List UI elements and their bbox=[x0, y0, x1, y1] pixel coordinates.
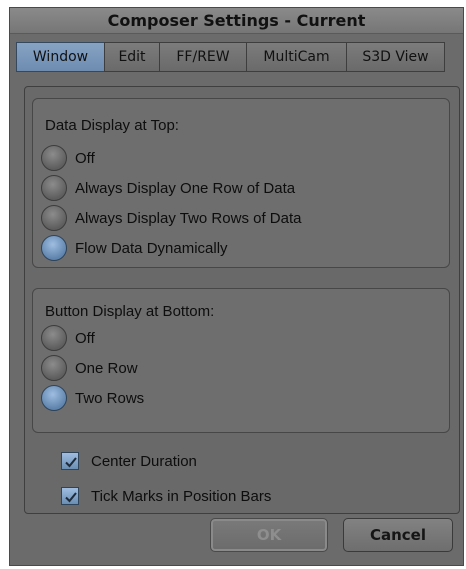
data-display-off-option[interactable]: Off bbox=[41, 144, 95, 172]
tab-s3d-view[interactable]: S3D View bbox=[346, 42, 445, 72]
cancel-button[interactable]: Cancel bbox=[343, 518, 453, 552]
tab-ff-rew[interactable]: FF/REW bbox=[159, 42, 247, 72]
data-display-flow-option[interactable]: Flow Data Dynamically bbox=[41, 234, 228, 262]
settings-panel: Data Display at Top: Off Always Display … bbox=[24, 86, 460, 514]
data-display-off-label: Off bbox=[75, 149, 95, 167]
data-display-group: Data Display at Top: Off Always Display … bbox=[32, 98, 450, 268]
button-display-two-rows-label: Two Rows bbox=[75, 389, 145, 407]
ok-button[interactable]: OK bbox=[210, 518, 328, 552]
data-display-two-rows-option[interactable]: Always Display Two Rows of Data bbox=[41, 204, 301, 232]
tick-marks-option[interactable]: Tick Marks in Position Bars bbox=[61, 484, 271, 508]
button-display-off-label: Off bbox=[75, 329, 95, 347]
tab-edit[interactable]: Edit bbox=[104, 42, 160, 72]
tick-marks-label: Tick Marks in Position Bars bbox=[91, 487, 272, 505]
dialog-title: Composer Settings - Current bbox=[10, 8, 463, 34]
center-duration-option[interactable]: Center Duration bbox=[61, 449, 197, 473]
data-display-title: Data Display at Top: bbox=[45, 117, 179, 134]
tick-marks-checkbox[interactable] bbox=[61, 487, 79, 505]
button-display-off-option[interactable]: Off bbox=[41, 324, 95, 352]
center-duration-label: Center Duration bbox=[91, 452, 197, 470]
radio-button[interactable] bbox=[41, 205, 67, 231]
radio-button-selected[interactable] bbox=[41, 385, 67, 411]
tab-window[interactable]: Window bbox=[16, 42, 105, 72]
button-display-group: Button Display at Bottom: Off One Row Tw… bbox=[32, 288, 450, 433]
button-display-title: Button Display at Bottom: bbox=[45, 303, 215, 320]
center-duration-checkbox[interactable] bbox=[61, 452, 79, 470]
composer-settings-dialog: Composer Settings - Current Window Edit … bbox=[9, 7, 464, 566]
radio-button[interactable] bbox=[41, 325, 67, 351]
data-display-one-row-label: Always Display One Row of Data bbox=[75, 179, 296, 197]
data-display-flow-label: Flow Data Dynamically bbox=[75, 239, 228, 257]
radio-button[interactable] bbox=[41, 175, 67, 201]
button-display-one-row-label: One Row bbox=[75, 359, 138, 377]
radio-button-selected[interactable] bbox=[41, 235, 67, 261]
data-display-two-rows-label: Always Display Two Rows of Data bbox=[75, 209, 302, 227]
tab-multicam[interactable]: MultiCam bbox=[246, 42, 347, 72]
checkmark-icon bbox=[65, 492, 77, 503]
checkmark-icon bbox=[65, 457, 77, 468]
data-display-one-row-option[interactable]: Always Display One Row of Data bbox=[41, 174, 295, 202]
button-display-two-rows-option[interactable]: Two Rows bbox=[41, 384, 144, 412]
radio-button[interactable] bbox=[41, 355, 67, 381]
radio-button[interactable] bbox=[41, 145, 67, 171]
tab-bar: Window Edit FF/REW MultiCam S3D View bbox=[16, 42, 445, 72]
button-display-one-row-option[interactable]: One Row bbox=[41, 354, 138, 382]
